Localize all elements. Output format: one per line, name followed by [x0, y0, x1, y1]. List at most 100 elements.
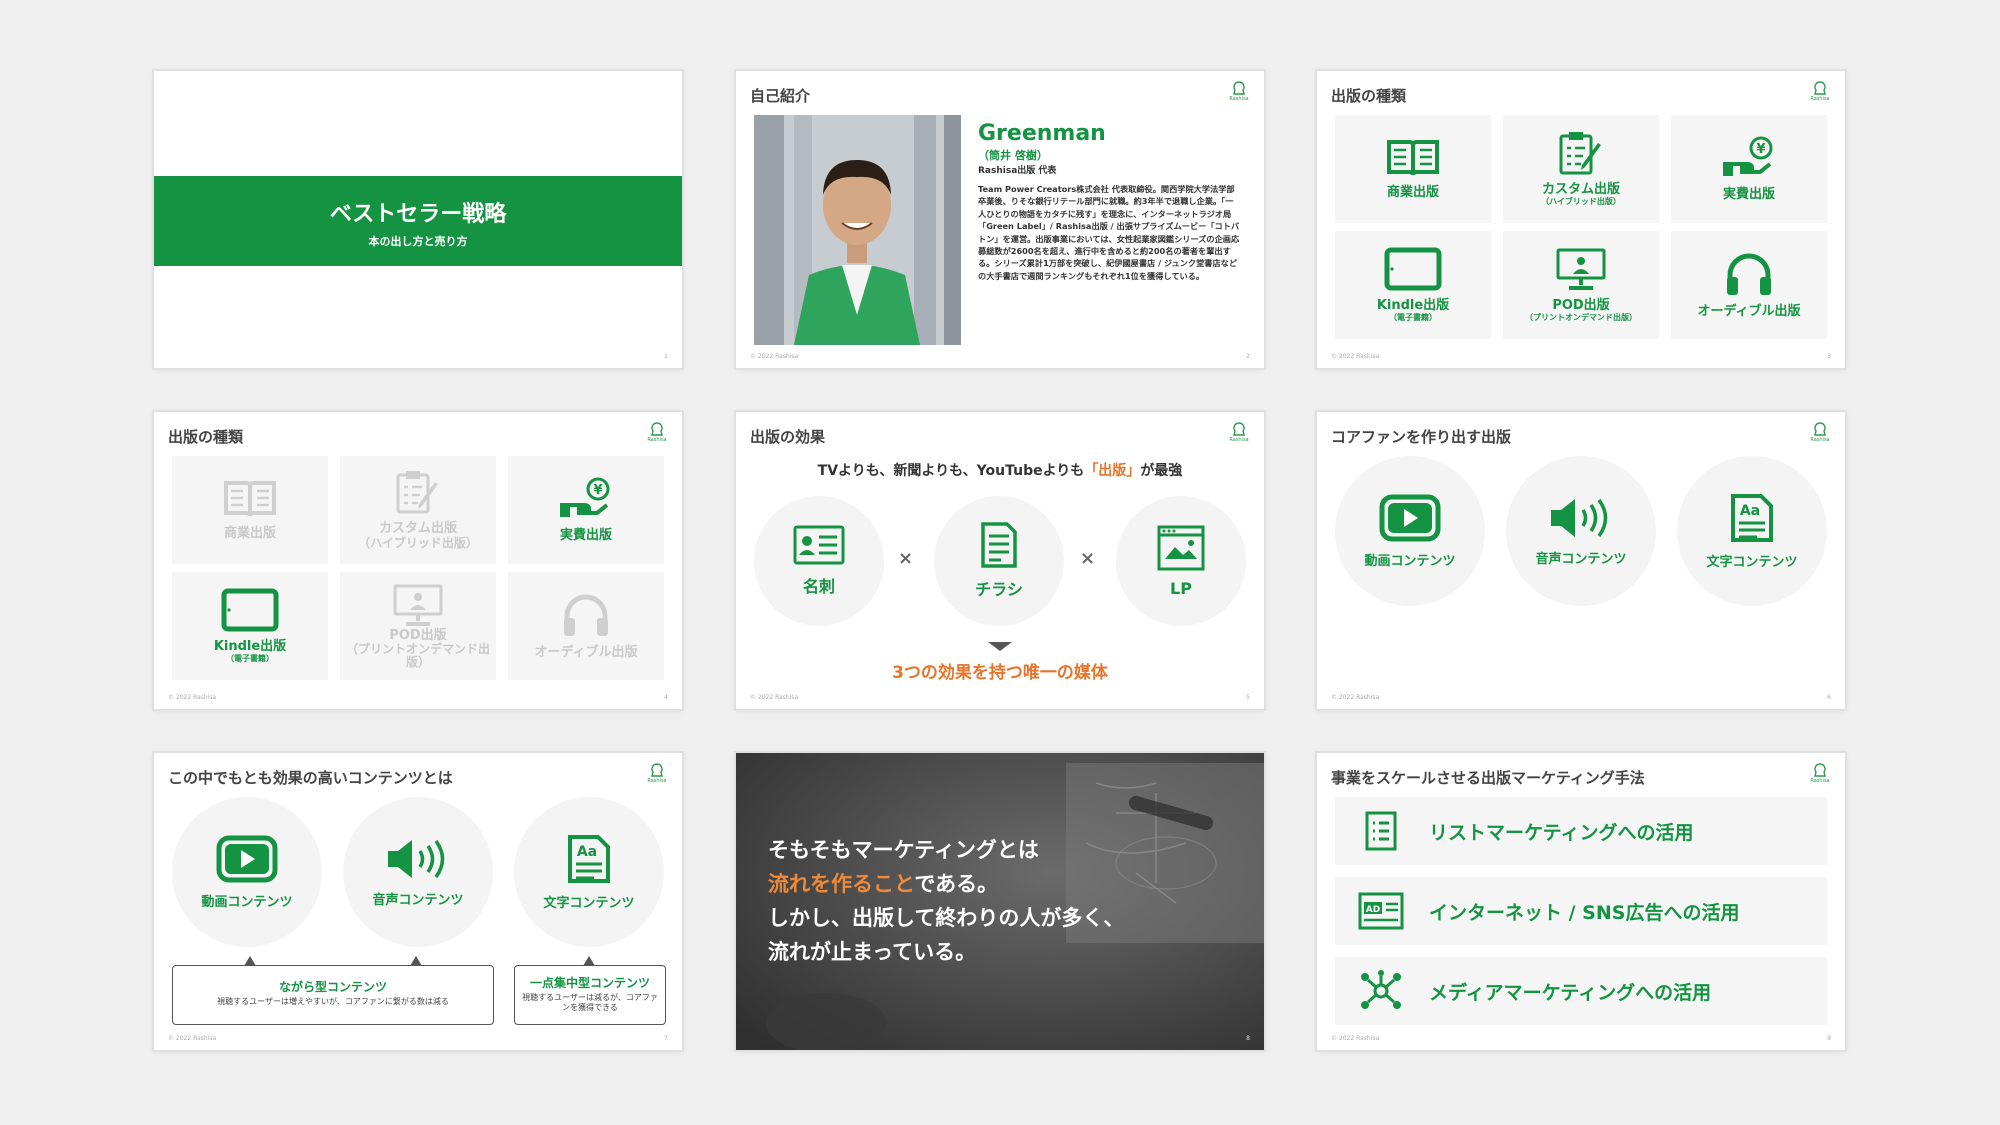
slide-title: 事業をスケールさせる出版マーケティング手法	[1331, 769, 1645, 787]
slide-footer: © 2022 Rashisa	[750, 353, 799, 360]
money-hand-icon: ¥	[1723, 136, 1773, 176]
slide-6[interactable]: コアファンを作り出す出版 Rashisa 動画コンテンツ 音声コンテンツ Aa …	[1317, 412, 1845, 709]
deck-subtitle: 本の出し方と売り方	[368, 235, 468, 248]
tile-pod[interactable]: POD出版 （プリントオンデマンド出版）	[340, 572, 496, 680]
slide-title: 自己紹介	[750, 87, 811, 105]
slide-5[interactable]: 出版の効果 Rashisa TVよりも、新聞よりも、YouTubeよりも「出版」…	[736, 412, 1264, 709]
slide-footer: © 2022 Rashisa	[1331, 1035, 1380, 1042]
item-video-content[interactable]: 動画コンテンツ	[172, 797, 322, 947]
item-business-card[interactable]: 名刺	[754, 496, 884, 626]
svg-text:Aa: Aa	[577, 844, 597, 860]
tile-pod[interactable]: POD出版 （プリントオンデマンド出版）	[1503, 231, 1659, 339]
page-number: 5	[1246, 694, 1250, 701]
rashisa-logo: Rashisa	[1228, 81, 1250, 107]
method-media-marketing[interactable]: メディアマーケティングへの活用	[1335, 957, 1827, 1025]
rashisa-logo: Rashisa	[646, 422, 668, 448]
method-list-marketing[interactable]: リストマーケティングへの活用	[1335, 797, 1827, 865]
monitor-icon	[1556, 248, 1606, 291]
flyer-icon	[981, 522, 1017, 568]
page-number: 3	[1827, 353, 1831, 360]
slide-title: 出版の効果	[750, 428, 826, 446]
tile-self-funded[interactable]: ¥ 実費出版	[1671, 115, 1827, 223]
network-icon	[1361, 970, 1401, 1009]
page-number: 2	[1246, 353, 1250, 360]
page-number: 1	[664, 353, 668, 360]
text-document-icon: Aa	[1731, 493, 1773, 542]
down-arrow-icon	[988, 642, 1012, 651]
business-card-icon	[793, 525, 845, 565]
slide-title: 出版の種類	[168, 428, 244, 446]
item-text-content[interactable]: Aa 文字コンテンツ	[1677, 456, 1827, 606]
rashisa-logo: Rashisa	[1809, 422, 1831, 448]
bubble-pointer	[410, 956, 422, 966]
slide-4[interactable]: 出版の種類 Rashisa 商業出版 カスタム出版 （ハイブリッド出版） ¥ 実…	[154, 412, 682, 709]
webpage-icon	[1157, 525, 1205, 570]
page-number: 6	[1827, 694, 1831, 701]
video-play-icon	[1379, 494, 1441, 541]
tile-audible[interactable]: オーディブル出版	[508, 572, 664, 680]
tile-commercial[interactable]: 商業出版	[1335, 115, 1491, 223]
tile-custom[interactable]: カスタム出版 （ハイブリッド出版）	[1503, 115, 1659, 223]
slide-9[interactable]: 事業をスケールさせる出版マーケティング手法 Rashisa リストマーケティング…	[1317, 753, 1845, 1050]
headphones-icon	[1727, 253, 1771, 295]
tile-self-funded[interactable]: ¥ 実費出版	[508, 456, 664, 564]
slide-footer: © 2022 Rashisa	[750, 694, 799, 701]
clipboard-icon	[396, 471, 438, 514]
profile-photo	[754, 115, 961, 345]
headline: TVよりも、新聞よりも、YouTubeよりも「出版」が最強	[817, 463, 1183, 479]
profile-name-ja: （筒井 啓樹）	[978, 149, 1048, 162]
money-hand-icon: ¥	[560, 477, 610, 517]
svg-text:Aa: Aa	[1740, 503, 1760, 519]
slide-title: 出版の種類	[1331, 87, 1407, 105]
text-document-icon: Aa	[568, 834, 610, 883]
deck-title: ベストセラー戦略	[329, 202, 507, 227]
item-landing-page[interactable]: LP	[1116, 496, 1246, 626]
rashisa-logo: Rashisa	[1809, 763, 1831, 789]
title-band: ベストセラー戦略 本の出し方と売り方	[154, 176, 682, 266]
slide-3[interactable]: 出版の種類 Rashisa 商業出版 カスタム出版 （ハイブリッド出版） ¥ 実…	[1317, 71, 1845, 368]
slide-1[interactable]: ベストセラー戦略 本の出し方と売り方 1	[154, 71, 682, 368]
item-text-content[interactable]: Aa 文字コンテンツ	[514, 797, 664, 947]
method-internet-ads[interactable]: AD インターネット / SNS広告への活用	[1335, 877, 1827, 945]
page-number: 8	[1246, 1035, 1250, 1042]
bubble-focused-content: 一点集中型コンテンツ 視聴するユーザーは減るが、コアファンを獲得できる	[514, 965, 666, 1025]
tablet-icon	[1384, 247, 1442, 291]
tablet-icon	[221, 588, 279, 632]
rashisa-logo: Rashisa	[1809, 81, 1831, 107]
svg-text:¥: ¥	[1756, 142, 1765, 157]
book-icon	[224, 480, 276, 517]
item-audio-content[interactable]: 音声コンテンツ	[343, 797, 493, 947]
tile-custom[interactable]: カスタム出版 （ハイブリッド出版）	[340, 456, 496, 564]
slide-footer: © 2022 Rashisa	[168, 1035, 217, 1042]
bubble-pointer	[244, 956, 256, 966]
slide-footer: © 2022 Rashisa	[1331, 694, 1380, 701]
rashisa-logo: Rashisa	[646, 763, 668, 789]
bubble-passive-content: ながら型コンテンツ 視聴するユーザーは増えやすいが、コアファンに繋がる数は減る	[172, 965, 494, 1025]
ad-icon: AD	[1358, 892, 1404, 930]
item-flyer[interactable]: チラシ	[934, 496, 1064, 626]
page-number: 9	[1827, 1035, 1831, 1042]
profile-name: Greenman	[978, 121, 1106, 146]
clipboard-icon	[1559, 132, 1601, 175]
video-play-icon	[216, 835, 278, 882]
speaker-icon	[1551, 498, 1608, 537]
slide-footer: © 2022 Rashisa	[168, 694, 217, 701]
item-audio-content[interactable]: 音声コンテンツ	[1506, 456, 1656, 606]
tile-commercial[interactable]: 商業出版	[172, 456, 328, 564]
slide-8[interactable]: そもそもマーケティングとは 流れを作ることである。 しかし、出版して終わりの人が…	[736, 753, 1264, 1050]
result-text: 3つの効果を持つ唯一の媒体	[892, 663, 1108, 683]
slide-footer: © 2022 Rashisa	[1331, 353, 1380, 360]
tile-kindle[interactable]: Kindle出版 （電子書籍）	[172, 572, 328, 680]
page-number: 7	[664, 1035, 668, 1042]
slide-7[interactable]: この中でもとも効果の高いコンテンツとは Rashisa 動画コンテンツ 音声コン…	[154, 753, 682, 1050]
speaker-icon	[388, 839, 445, 878]
svg-text:AD: AD	[1366, 905, 1380, 915]
slide-title: この中でもとも効果の高いコンテンツとは	[168, 769, 453, 787]
tile-kindle[interactable]: Kindle出版 （電子書籍）	[1335, 231, 1491, 339]
slide-2[interactable]: 自己紹介 Rashisa Greenman （筒井 啓樹） Rashisa出版 …	[736, 71, 1264, 368]
checklist-icon	[1365, 811, 1397, 851]
tile-audible[interactable]: オーディブル出版	[1671, 231, 1827, 339]
item-video-content[interactable]: 動画コンテンツ	[1335, 456, 1485, 606]
statement: そもそもマーケティングとは 流れを作ることである。 しかし、出版して終わりの人が…	[768, 838, 1125, 964]
times-sign: ×	[1080, 548, 1096, 569]
